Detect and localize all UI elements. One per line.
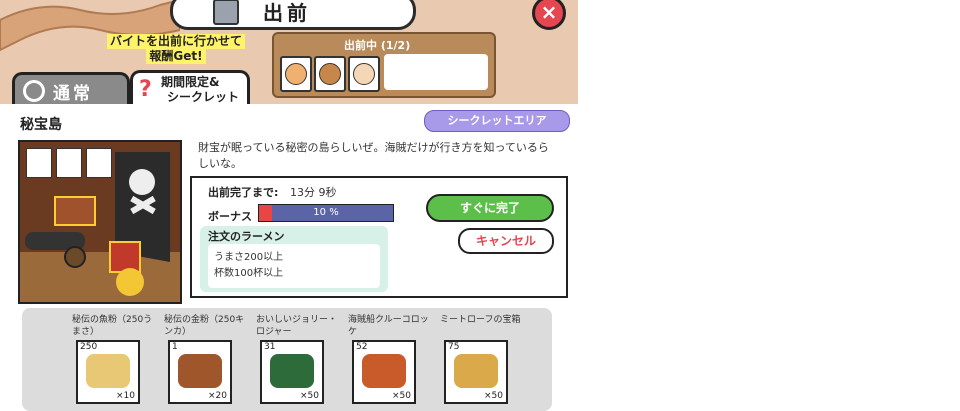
avatar[interactable] xyxy=(348,56,380,92)
character-face-icon xyxy=(353,63,375,85)
ingredient-name: ミートローフの宝箱 xyxy=(440,315,521,325)
avatar xyxy=(86,148,112,178)
delivery-panel: 出前 × バイトを出前に行かせて 報酬Get! 出前中 (1/2) 通常 ? 期… xyxy=(0,0,578,411)
secret-area-badge: シークレットエリア xyxy=(424,110,570,132)
ingredient-item[interactable]: ミートローフの宝箱 75 ×50 xyxy=(440,314,524,404)
ingredient-count: 250 xyxy=(80,342,98,352)
question-icon: ? xyxy=(139,77,152,102)
avatar xyxy=(26,148,52,178)
ingredient-name: 海賊船クルーコロッケ xyxy=(348,315,429,337)
tab-normal[interactable]: 通常 xyxy=(12,72,130,107)
tab-label: シークレット xyxy=(167,90,240,104)
tab-label: 通常 xyxy=(53,84,93,104)
ingredient-name: 秘伝の魚粉（250うまさ） xyxy=(72,315,153,337)
header-title-pill: 出前 xyxy=(170,0,416,30)
ingredient-item[interactable]: おいしいジョリー・ロジャー 31 ×50 xyxy=(256,314,340,404)
status-label: 出前中 (1/2) xyxy=(344,39,411,52)
time-remaining-value: 13分 9秒 xyxy=(290,186,337,199)
ingredient-qty: ×50 xyxy=(484,391,503,401)
order-requirements: 注文のラーメン うまさ200以上 杯数100杯以上 xyxy=(200,226,388,292)
ring-icon xyxy=(23,80,45,102)
delivery-status-box: 出前中 (1/2) xyxy=(272,32,496,98)
instant-complete-button[interactable]: すぐに完了 xyxy=(426,194,554,222)
cancel-button[interactable]: キャンセル xyxy=(458,228,554,254)
bonus-label: ボーナス xyxy=(208,210,252,223)
ingredient-box: 52 ×50 xyxy=(352,340,416,404)
promo-banner: バイトを出前に行かせて 報酬Get! xyxy=(90,34,262,64)
avatar[interactable] xyxy=(280,56,312,92)
gold-powder-icon xyxy=(178,354,222,388)
requirements-title: 注文のラーメン xyxy=(208,230,285,243)
bonus-bar: 10 % xyxy=(258,204,394,222)
content-area: 秘宝島 シークレットエリア 財宝が眠っている秘密の島らしいぜ。海賊だけが行き方を… xyxy=(0,104,578,411)
area-description: 財宝が眠っている秘密の島らしいぜ。海賊だけが行き方を知っているらしいな。 xyxy=(198,141,549,170)
ingredient-name: おいしいジョリー・ロジャー xyxy=(256,315,338,337)
promo-line2: 報酬Get! xyxy=(146,49,206,64)
ingredient-box: 75 ×50 xyxy=(444,340,508,404)
requirement-item: 杯数100杯以上 xyxy=(214,268,284,279)
button-label: キャンセル xyxy=(475,234,536,248)
avatar[interactable] xyxy=(314,56,346,92)
ingredient-count: 52 xyxy=(356,342,368,352)
ingredient-count: 31 xyxy=(264,342,276,352)
croquette-icon xyxy=(362,354,406,388)
jolly-roger-icon xyxy=(270,354,314,388)
treasure-chest-icon xyxy=(454,354,498,388)
character-face-icon xyxy=(285,63,307,85)
ingredient-qty: ×50 xyxy=(300,391,319,401)
ingredient-item[interactable]: 秘伝の魚粉（250うまさ） 250 ×10 xyxy=(72,314,156,404)
page-title: 出前 xyxy=(263,1,311,25)
close-button[interactable]: × xyxy=(532,0,566,30)
avatar xyxy=(56,148,82,178)
ingredient-qty: ×50 xyxy=(392,391,411,401)
area-title: 秘宝島 xyxy=(20,117,62,133)
close-icon: × xyxy=(540,0,558,24)
time-remaining-label: 出前完了まで: xyxy=(208,186,279,199)
ingredient-qty: ×10 xyxy=(116,391,135,401)
empty-slot xyxy=(384,54,488,90)
requirement-item: うまさ200以上 xyxy=(214,252,284,263)
ingredient-box: 1 ×20 xyxy=(168,340,232,404)
ingredients-panel: 秘伝の魚粉（250うまさ） 250 ×10 秘伝の金粉（250キンカ） 1 ×2… xyxy=(22,308,552,411)
button-label: すぐに完了 xyxy=(459,201,520,215)
order-box: 出前完了まで: 13分 9秒 ボーナス 10 % 注文のラーメン うまさ200以… xyxy=(190,176,568,298)
ingredient-count: 75 xyxy=(448,342,460,352)
ingredient-box: 250 ×10 xyxy=(76,340,140,404)
ingredient-name: 秘伝の金粉（250キンカ） xyxy=(164,315,245,337)
pig-face-icon xyxy=(319,63,341,85)
promo-line1: バイトを出前に行かせて xyxy=(106,34,245,49)
tab-label: 期間限定& xyxy=(161,75,220,89)
ingredient-item[interactable]: 海賊船クルーコロッケ 52 ×50 xyxy=(348,314,432,404)
fish-powder-icon xyxy=(86,354,130,388)
ingredient-box: 31 ×50 xyxy=(260,340,324,404)
ingredient-count: 1 xyxy=(172,342,178,352)
ingredient-item[interactable]: 秘伝の金粉（250キンカ） 1 ×20 xyxy=(164,314,248,404)
fridge-icon xyxy=(213,0,239,25)
bonus-percent: 10 % xyxy=(313,207,339,218)
requirements-list: うまさ200以上 杯数100杯以上 xyxy=(208,244,380,288)
area-illustration xyxy=(18,140,182,304)
ingredient-qty: ×20 xyxy=(208,391,227,401)
